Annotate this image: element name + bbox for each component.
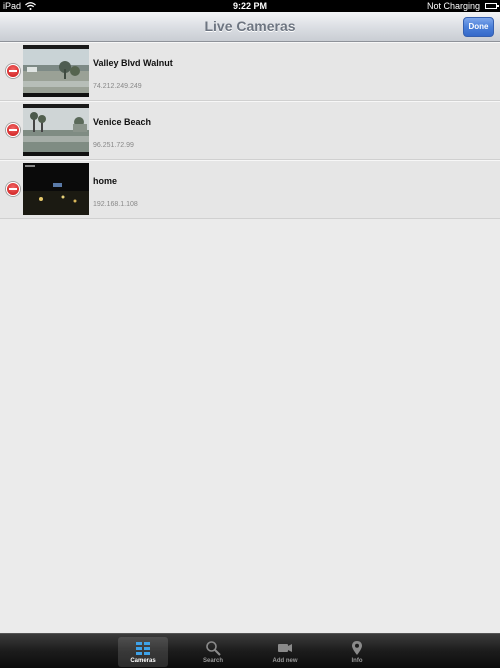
camcorder-icon [278,644,292,652]
camera-row[interactable]: Valley Blvd Walnut 74.212.249.249 [0,42,500,101]
page-title: Live Cameras [204,18,296,34]
camera-ip: 96.251.72.99 [93,142,134,149]
camera-thumbnail [23,163,89,215]
tab-cameras[interactable]: Cameras [118,637,168,667]
grid-icon [136,642,150,655]
camera-name: home [93,176,118,186]
camera-name: Venice Beach [93,117,152,127]
camera-row[interactable]: home 192.168.1.108 [0,160,500,219]
battery-status-text: Not Charging [426,1,480,11]
tab-label: Add new [272,658,298,664]
magnifier-icon [206,641,221,656]
tab-label: Info [351,658,363,664]
camera-thumbnail [23,45,89,97]
camera-name: Valley Blvd Walnut [93,58,173,68]
tab-add-new[interactable]: Add new [260,637,310,667]
delete-icon[interactable] [6,182,20,196]
done-button[interactable]: Done [463,17,494,37]
camera-thumbnail [23,104,89,156]
camera-ip: 192.168.1.108 [93,201,138,208]
pin-icon [352,641,362,655]
status-bar: iPad 9:22 PM Not Charging [0,0,500,12]
tab-search[interactable]: Search [188,637,238,667]
tab-info[interactable]: Info [332,637,382,667]
clock: 9:22 PM [232,1,267,11]
camera-ip: 74.212.249.249 [93,83,142,90]
tab-bar: Cameras Search Add new Info [0,633,500,668]
battery-icon [485,3,499,9]
navigation-bar: Live Cameras Done [0,12,500,42]
tab-label: Cameras [130,658,156,664]
camera-row[interactable]: Venice Beach 96.251.72.99 [0,101,500,160]
tab-label: Search [202,658,223,664]
camera-list: Valley Blvd Walnut 74.212.249.249 Venice… [0,42,500,219]
delete-icon[interactable] [6,123,20,137]
delete-icon[interactable] [6,64,20,78]
